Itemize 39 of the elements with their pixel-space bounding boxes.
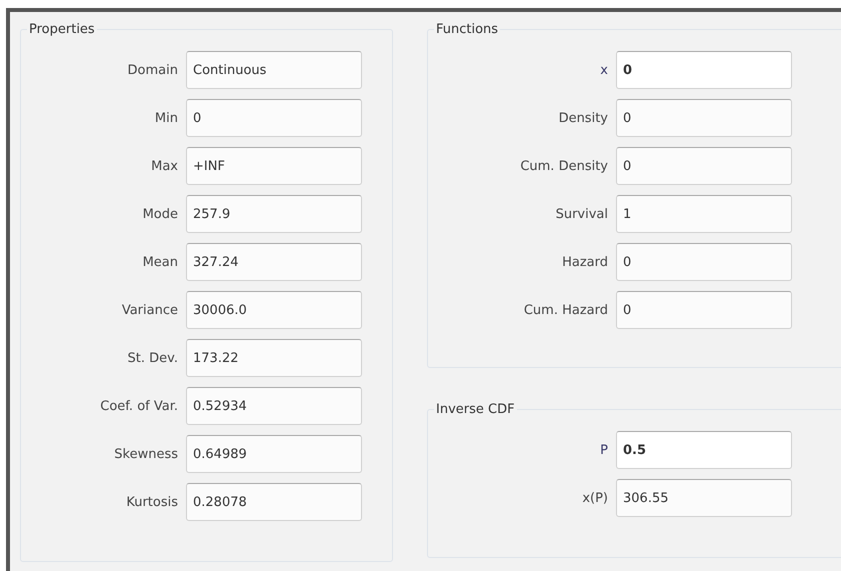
value-field[interactable]: 0.28078 — [186, 483, 362, 521]
value-field[interactable]: Continuous — [186, 51, 362, 89]
field-label: P — [599, 442, 608, 458]
group-title: Inverse CDF — [435, 402, 516, 417]
field-label: St. Dev. — [126, 350, 178, 366]
field-label: Skewness — [113, 446, 178, 462]
field-label: Cum. Density — [519, 158, 608, 174]
value-field[interactable]: 0 — [186, 99, 362, 137]
field-label: x — [599, 62, 608, 78]
field-label: Cum. Hazard — [522, 302, 608, 318]
field-label: Mean — [142, 254, 178, 270]
value-field[interactable]: 257.9 — [186, 195, 362, 233]
field-label: Variance — [120, 302, 178, 318]
field-label: Density — [558, 110, 608, 126]
field-label: Domain — [126, 62, 178, 78]
field-label: Min — [154, 110, 178, 126]
group-title: Functions — [435, 22, 500, 37]
value-field[interactable]: 327.24 — [186, 243, 362, 281]
value-field[interactable]: 0 — [616, 147, 792, 185]
value-field[interactable]: 0.5 — [616, 431, 792, 469]
field-label: Mode — [142, 206, 178, 222]
value-field[interactable]: 0.52934 — [186, 387, 362, 425]
value-field[interactable]: 0 — [616, 99, 792, 137]
value-field[interactable]: 306.55 — [616, 479, 792, 517]
field-label: x(P) — [581, 490, 608, 506]
field-label: Max — [150, 158, 178, 174]
field-label: Survival — [554, 206, 608, 222]
value-field[interactable]: +INF — [186, 147, 362, 185]
value-field[interactable]: 1 — [616, 195, 792, 233]
group-title: Properties — [28, 22, 96, 37]
value-field[interactable]: 0 — [616, 243, 792, 281]
value-field[interactable]: 30006.0 — [186, 291, 362, 329]
field-label: Hazard — [561, 254, 608, 270]
field-label: Coef. of Var. — [99, 398, 178, 414]
field-label: Kurtosis — [125, 494, 178, 510]
value-field[interactable]: 0 — [616, 291, 792, 329]
value-field[interactable]: 173.22 — [186, 339, 362, 377]
value-field[interactable]: 0.64989 — [186, 435, 362, 473]
value-field[interactable]: 0 — [616, 51, 792, 89]
